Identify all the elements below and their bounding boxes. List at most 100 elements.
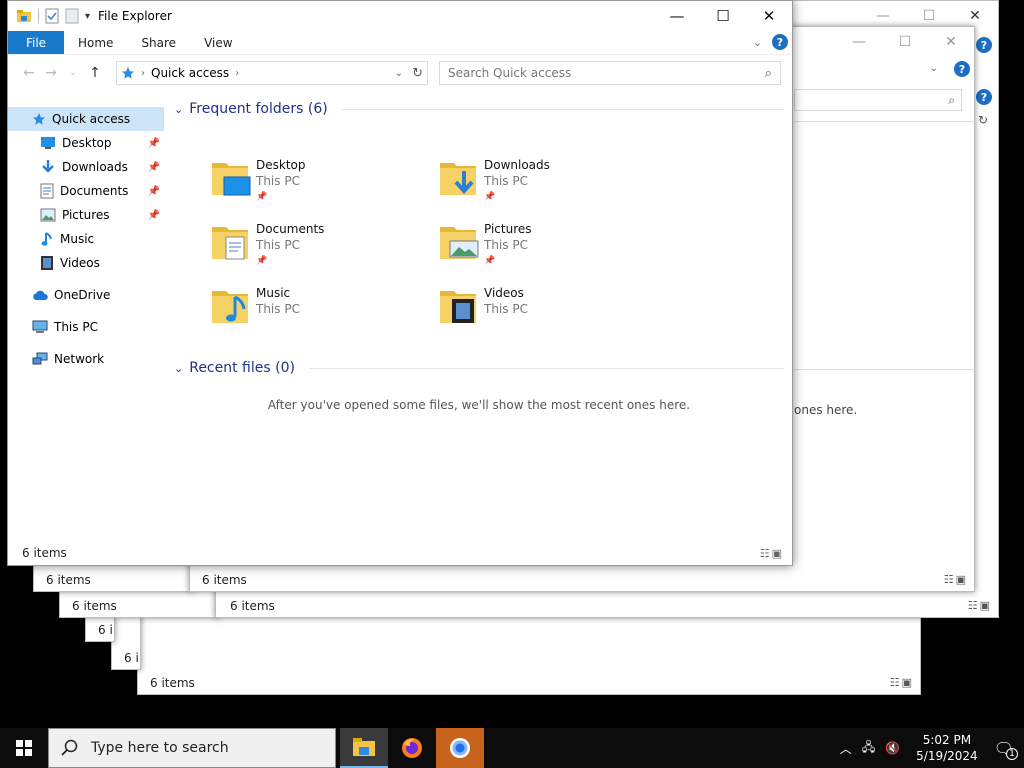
volume-muted-icon[interactable]: 🔇: [885, 741, 900, 755]
notifications-icon[interactable]: 🗨 1: [994, 739, 1018, 760]
videos-icon: [41, 256, 53, 270]
bg-status-text: 6 items: [202, 573, 247, 587]
search-icon: ⌕: [948, 93, 955, 107]
chevron-down-icon[interactable]: ⌄: [174, 362, 183, 375]
back-icon[interactable]: ←: [18, 65, 40, 81]
folder-location: This PC: [256, 174, 300, 188]
view-toggle-icon[interactable]: ☷▣: [944, 573, 968, 586]
close-icon[interactable]: ✕: [746, 1, 792, 31]
sidebar-item-pictures[interactable]: Pictures 📌: [8, 203, 164, 227]
sidebar-item-network[interactable]: Network: [8, 347, 164, 371]
computer-icon: [32, 320, 48, 333]
bg-status-text: 6 items: [46, 573, 91, 587]
clock[interactable]: 5:02 PM 5/19/2024: [916, 732, 978, 764]
navigation-pane: Quick access Desktop 📌 Downloads 📌 Docum…: [8, 107, 164, 371]
sidebar-item-desktop[interactable]: Desktop 📌: [8, 131, 164, 155]
taskbar-search-input[interactable]: Type here to search: [48, 728, 336, 768]
pin-icon[interactable]: 📌: [148, 186, 160, 197]
folder-name: Downloads: [484, 158, 550, 172]
sidebar-item-downloads[interactable]: Downloads 📌: [8, 155, 164, 179]
taskbar-firefox-button[interactable]: [388, 728, 436, 768]
folder-tile-pictures[interactable]: Pictures This PC 📌: [438, 221, 658, 277]
search-input[interactable]: Search Quick access ⌕: [439, 61, 781, 85]
start-button[interactable]: [0, 728, 48, 768]
divider: [794, 121, 974, 122]
chevron-down-icon[interactable]: ⌄: [174, 103, 183, 116]
pin-icon[interactable]: 📌: [148, 210, 160, 221]
sidebar-item-documents[interactable]: Documents 📌: [8, 179, 164, 203]
folder-tile-videos[interactable]: Videos This PC: [438, 285, 658, 341]
videos-folder-icon: [440, 291, 476, 323]
close-icon[interactable]: ✕: [928, 27, 974, 57]
new-folder-icon[interactable]: [65, 8, 79, 24]
music-folder-icon: [212, 291, 248, 323]
view-toggle-icon[interactable]: ☷▣: [968, 599, 992, 612]
sidebar-item-label: Quick access: [52, 112, 131, 126]
sidebar-item-music[interactable]: Music: [8, 227, 164, 251]
sidebar-item-videos[interactable]: Videos: [8, 251, 164, 275]
system-tray: ︿ 🖧 🔇 5:02 PM 5/19/2024 🗨 1: [840, 728, 1024, 768]
sidebar-item-onedrive[interactable]: OneDrive: [8, 283, 164, 307]
properties-icon[interactable]: [45, 8, 59, 24]
refresh-icon[interactable]: ↻: [978, 113, 988, 127]
help-icon[interactable]: ?: [772, 34, 788, 50]
file-explorer-icon[interactable]: [16, 8, 32, 24]
notification-count-badge: 1: [1006, 747, 1018, 760]
minimize-icon[interactable]: —: [654, 1, 700, 31]
address-location[interactable]: Quick access: [151, 66, 229, 80]
folder-location: This PC: [484, 174, 528, 188]
tab-home[interactable]: Home: [64, 31, 127, 54]
expand-ribbon-chevron-icon[interactable]: ⌄: [753, 36, 762, 49]
chevron-right-icon[interactable]: ›: [141, 68, 145, 79]
star-icon: [122, 67, 134, 79]
section-recent-files[interactable]: ⌄ Recent files (0): [174, 356, 784, 380]
view-toggle-icon[interactable]: ☷▣: [760, 547, 784, 560]
search-icon: ⌕: [764, 65, 772, 81]
search-input[interactable]: ⌕: [794, 89, 962, 111]
address-bar[interactable]: › Quick access › ⌄ ↻: [116, 61, 428, 85]
address-dropdown-icon[interactable]: ⌄: [395, 68, 403, 79]
chevron-down-icon[interactable]: ⌄: [930, 63, 938, 74]
tab-share[interactable]: Share: [127, 31, 190, 54]
folder-tile-downloads[interactable]: Downloads This PC 📌: [438, 157, 658, 213]
maximize-icon[interactable]: ☐: [882, 27, 928, 57]
sidebar-item-quick-access[interactable]: Quick access: [8, 107, 164, 131]
show-hidden-icons-chevron-icon[interactable]: ︿: [840, 740, 852, 757]
section-frequent-folders[interactable]: ⌄ Frequent folders (6): [174, 97, 784, 121]
status-item-count: 6 items: [22, 546, 67, 560]
sidebar-item-label: Downloads: [62, 160, 128, 174]
bg-status-text: 6 items: [230, 599, 275, 613]
tab-file[interactable]: File: [8, 31, 64, 54]
pin-icon[interactable]: 📌: [148, 138, 160, 149]
forward-icon[interactable]: →: [40, 65, 62, 81]
folder-tile-desktop[interactable]: Desktop This PC 📌: [210, 157, 430, 213]
pin-icon[interactable]: 📌: [148, 162, 160, 173]
maximize-icon[interactable]: ☐: [700, 1, 746, 31]
help-icon[interactable]: ?: [954, 61, 970, 77]
folder-tile-music[interactable]: Music This PC: [210, 285, 430, 341]
file-explorer-icon: [353, 738, 375, 756]
taskbar-search-placeholder: Type here to search: [91, 740, 229, 756]
taskbar-file-explorer-button[interactable]: [340, 728, 388, 768]
help-icon[interactable]: ?: [976, 37, 992, 53]
taskbar: Type here to search ︿ 🖧 🔇 5:02 PM 5/19/2…: [0, 728, 1024, 768]
minimize-icon[interactable]: —: [836, 27, 882, 57]
folder-location: This PC: [484, 302, 528, 316]
recent-locations-chevron-icon[interactable]: ⌄: [62, 68, 84, 78]
chevron-right-icon[interactable]: ›: [235, 68, 239, 79]
divider: [341, 108, 784, 110]
network-status-icon[interactable]: 🖧: [862, 738, 875, 759]
recent-files-empty-message: After you've opened some files, we'll sh…: [267, 398, 691, 412]
sidebar-item-this-pc[interactable]: This PC: [8, 315, 164, 339]
quick-access-toolbar: ▾: [8, 8, 90, 24]
refresh-icon[interactable]: ↻: [412, 66, 423, 81]
taskbar-chrome-button[interactable]: [436, 728, 484, 768]
tab-view[interactable]: View: [190, 31, 246, 54]
folder-tile-documents[interactable]: Documents This PC 📌: [210, 221, 430, 277]
pictures-folder-icon: [440, 227, 479, 259]
help-icon[interactable]: ?: [976, 89, 992, 105]
up-icon[interactable]: ↑: [84, 65, 106, 81]
view-toggle-icon[interactable]: ☷▣: [890, 676, 914, 689]
customize-toolbar-chevron-icon[interactable]: ▾: [85, 11, 90, 22]
title-bar[interactable]: ▾ File Explorer — ☐ ✕: [8, 1, 792, 31]
